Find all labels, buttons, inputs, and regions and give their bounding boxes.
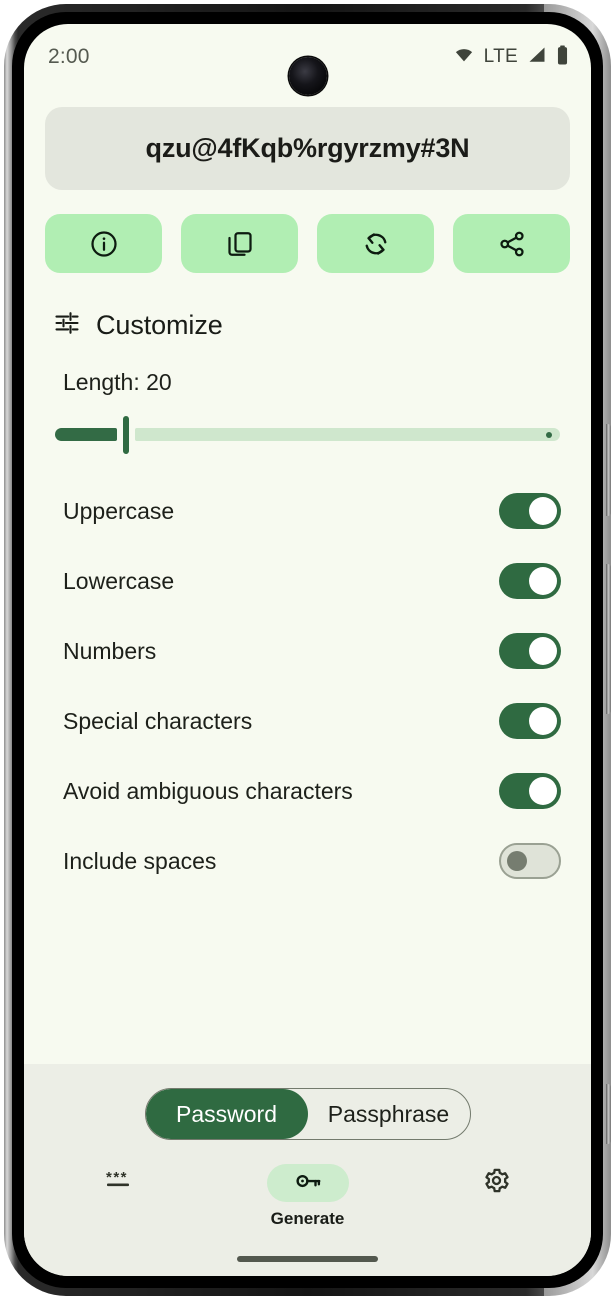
front-camera-punch-hole xyxy=(288,57,327,95)
toggle-special-characters[interactable] xyxy=(499,703,561,739)
segment-passphrase[interactable]: Passphrase xyxy=(308,1089,470,1139)
generated-password-field[interactable]: qzu@4fKqb%rgyrzmy#3N xyxy=(45,107,570,190)
toggle-knob xyxy=(529,707,557,735)
nav-item-passwords[interactable]: *** xyxy=(24,1164,213,1209)
home-indicator[interactable] xyxy=(237,1256,378,1262)
phone-screen: 2:00 LTE qzu@4fKqb%rgyrzmy#3N Customize … xyxy=(24,24,591,1276)
slider-stop-indicator xyxy=(546,431,552,438)
power-button[interactable] xyxy=(606,424,611,516)
copy-button[interactable] xyxy=(181,214,298,273)
volume-button[interactable] xyxy=(606,564,611,714)
nav-item-settings[interactable] xyxy=(402,1164,591,1209)
bottom-area: Password Passphrase *** Generate xyxy=(24,1064,591,1276)
wifi-icon xyxy=(453,46,475,69)
customize-title: Customize xyxy=(96,310,223,340)
option-row-numbers[interactable]: Numbers xyxy=(45,616,570,686)
share-icon xyxy=(497,229,527,259)
toggle-knob xyxy=(529,497,557,525)
signal-icon xyxy=(527,46,547,69)
option-row-lowercase[interactable]: Lowercase xyxy=(45,546,570,616)
tune-icon xyxy=(53,309,81,342)
slider-active-track xyxy=(55,428,117,441)
option-label: Numbers xyxy=(63,637,157,664)
toggle-knob xyxy=(529,567,557,595)
info-icon xyxy=(89,229,119,259)
network-type-label: LTE xyxy=(483,46,518,67)
regenerate-button[interactable] xyxy=(317,214,434,273)
slider-thumb[interactable] xyxy=(123,416,129,454)
options-list: Uppercase Lowercase Numbers Special char… xyxy=(45,476,570,896)
toggle-include-spaces[interactable] xyxy=(499,843,561,879)
toggle-uppercase[interactable] xyxy=(499,493,561,529)
option-label: Lowercase xyxy=(63,567,175,594)
status-icons: LTE xyxy=(453,44,569,70)
nav-pill xyxy=(456,1164,538,1202)
nav-pill: *** xyxy=(78,1164,160,1202)
option-row-avoid-ambiguous-characters[interactable]: Avoid ambiguous characters xyxy=(45,756,570,826)
side-button-tertiary[interactable] xyxy=(606,1084,611,1144)
toggle-knob xyxy=(529,637,557,665)
customize-section-header: Customize xyxy=(45,309,570,342)
info-button[interactable] xyxy=(45,214,162,273)
bottom-navigation-bar: *** Generate xyxy=(24,1158,591,1256)
option-label: Special characters xyxy=(63,707,253,734)
key-icon xyxy=(293,1166,323,1201)
battery-icon xyxy=(556,44,569,70)
password-asterisks-icon: *** xyxy=(104,1168,134,1199)
toggle-numbers[interactable] xyxy=(499,633,561,669)
option-row-special-characters[interactable]: Special characters xyxy=(45,686,570,756)
slider-inactive-track xyxy=(135,428,560,441)
mode-segmented-control: Password Passphrase xyxy=(144,1088,471,1140)
segment-password[interactable]: Password xyxy=(145,1089,308,1139)
option-row-uppercase[interactable]: Uppercase xyxy=(45,476,570,546)
copy-icon xyxy=(225,229,255,259)
gear-icon xyxy=(482,1166,511,1200)
toggle-knob xyxy=(529,777,557,805)
status-bar: 2:00 LTE xyxy=(24,24,591,95)
svg-text:***: *** xyxy=(106,1169,128,1186)
toggle-avoid-ambiguous-characters[interactable] xyxy=(499,773,561,809)
length-label: Length: 20 xyxy=(63,369,172,395)
nav-item-generate[interactable]: Generate xyxy=(213,1164,402,1229)
toggle-lowercase[interactable] xyxy=(499,563,561,599)
refresh-icon xyxy=(361,229,391,259)
generated-password-text: qzu@4fKqb%rgyrzmy#3N xyxy=(145,133,470,163)
length-slider[interactable] xyxy=(45,416,570,454)
main-content: qzu@4fKqb%rgyrzmy#3N Customize Length: 2… xyxy=(24,90,591,1064)
nav-label: Generate xyxy=(270,1209,345,1228)
status-time: 2:00 xyxy=(48,45,90,68)
toggle-knob xyxy=(507,851,527,871)
option-label: Include spaces xyxy=(63,847,217,874)
password-action-buttons xyxy=(45,214,570,273)
option-label: Uppercase xyxy=(63,497,175,524)
option-row-include-spaces[interactable]: Include spaces xyxy=(45,826,570,896)
share-button[interactable] xyxy=(453,214,570,273)
nav-pill xyxy=(266,1164,349,1202)
option-label: Avoid ambiguous characters xyxy=(63,777,353,804)
